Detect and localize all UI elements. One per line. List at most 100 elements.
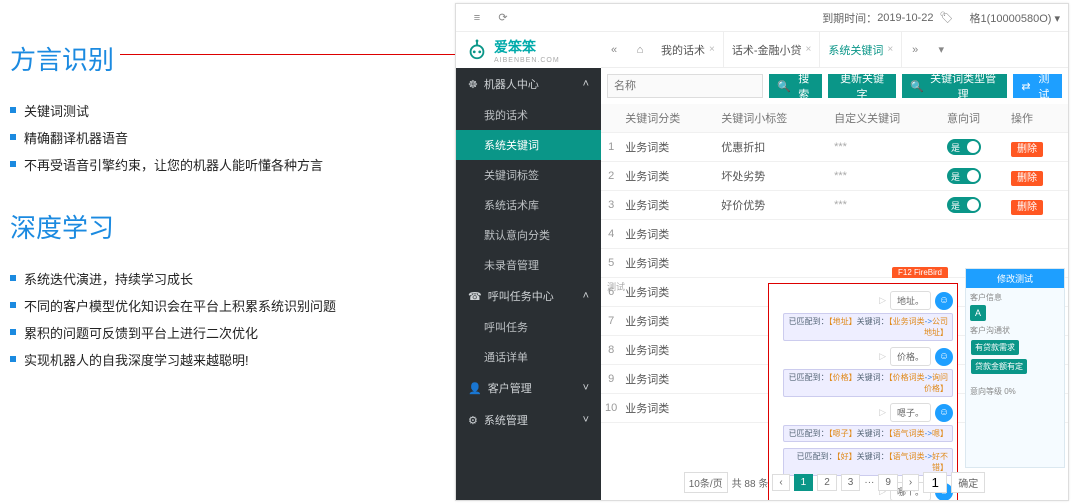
- bullet: 实现机器人的自我深度学习越来越聪明!: [10, 346, 440, 373]
- sidebar-item-intent[interactable]: 默认意向分类: [456, 220, 601, 250]
- refresh-icon[interactable]: ⟳: [496, 11, 510, 25]
- close-icon[interactable]: ×: [709, 44, 715, 55]
- cell-intent: [943, 220, 1007, 249]
- bullet: 累积的问题可反馈到平台上进行二次优化: [10, 319, 440, 346]
- page-goto-input[interactable]: [923, 472, 947, 493]
- toggle-switch[interactable]: 是: [947, 197, 981, 213]
- expire-label: 到期时间：: [822, 10, 877, 26]
- sidebar-group-call[interactable]: ☎ 呼叫任务中心˄: [456, 280, 601, 312]
- panel-title[interactable]: 修改测试: [966, 269, 1064, 288]
- logo-tabs-row: 爱笨笨 AIBENBEN.COM « ⌂ 我的话术× 话术-金融小贷× 系统关键…: [456, 32, 1068, 68]
- cell-category: 业务词类: [621, 249, 717, 278]
- test-button[interactable]: ⇄ 测试: [1013, 74, 1062, 98]
- cell-intent: 是: [943, 191, 1007, 220]
- user-bubble: 嗯子。: [890, 403, 931, 422]
- tab-systemkeywords[interactable]: 系统关键词×: [820, 32, 902, 67]
- cell-category: 业务词类: [621, 278, 717, 307]
- tab-myscript[interactable]: 我的话术×: [653, 32, 724, 67]
- page-total: 共 88 条: [732, 475, 769, 490]
- close-icon[interactable]: ×: [887, 44, 893, 55]
- cell-intent: 是: [943, 133, 1007, 162]
- home-icon[interactable]: ⌂: [633, 43, 647, 57]
- bullets-deeplearning: 系统迭代演进，持续学习成长 不同的客户模型优化知识会在平台上积累系统识别问题 累…: [10, 265, 440, 373]
- cell-tag: [717, 249, 830, 278]
- cell-tag: 好价优势: [717, 191, 830, 220]
- page-next[interactable]: ›: [902, 474, 919, 491]
- menu-icon[interactable]: ≡: [470, 11, 484, 25]
- close-icon[interactable]: ×: [806, 44, 812, 55]
- main-area: ☸ 机器人中心˄ 我的话术 系统关键词 关键词标签 系统话术库 默认意向分类 未…: [456, 68, 1068, 500]
- cell-ops: 删除: [1007, 133, 1068, 162]
- type-mgmt-button[interactable]: 🔍 关键词类型管理: [902, 74, 1007, 98]
- user-menu[interactable]: 格1(10000580O) ▾: [969, 10, 1060, 26]
- sidebar-item-unrecorded[interactable]: 未录音管理: [456, 250, 601, 280]
- tag-button-loan[interactable]: 有贷款需求: [971, 340, 1019, 355]
- toggle-switch[interactable]: 是: [947, 168, 981, 184]
- cell-idx: 7: [601, 307, 621, 336]
- cell-category: 业务词类: [621, 365, 717, 394]
- cell-tag: 坏处劣势: [717, 162, 830, 191]
- bot-avatar-icon: ☺: [935, 292, 953, 310]
- cell-ops: 删除: [1007, 191, 1068, 220]
- cell-idx: 2: [601, 162, 621, 191]
- sidebar-group-customer[interactable]: 👤 客户管理˅: [456, 372, 601, 404]
- sidebar-item-systemkeywords[interactable]: 系统关键词: [456, 130, 601, 160]
- tab-finance[interactable]: 话术-金融小贷×: [724, 32, 821, 67]
- sidebar-item-myscript[interactable]: 我的话术: [456, 100, 601, 130]
- page-9[interactable]: 9: [878, 474, 898, 491]
- heading-dialect: 方言识别: [10, 40, 440, 77]
- delete-button[interactable]: 删除: [1011, 200, 1043, 215]
- delete-button[interactable]: 删除: [1011, 142, 1043, 157]
- content-pane: 🔍 搜索 更新关键字 🔍 关键词类型管理 ⇄ 测试 关键词分类 关键词小标签 自…: [601, 68, 1068, 500]
- cell-category: 业务词类: [621, 133, 717, 162]
- cell-idx: 5: [601, 249, 621, 278]
- tag-icon[interactable]: 🏷: [939, 11, 953, 25]
- cell-tag: 优惠折扣: [717, 133, 830, 162]
- th-category: 关键词分类: [621, 104, 717, 133]
- page-ellipsis: ···: [864, 477, 874, 488]
- update-keywords-button[interactable]: 更新关键字: [828, 74, 896, 98]
- play-icon[interactable]: ▷: [879, 351, 886, 362]
- bullet: 不同的客户模型优化知识会在平台上积累系统识别问题: [10, 292, 440, 319]
- sidebar-group-system[interactable]: ⚙ 系统管理˅: [456, 404, 601, 436]
- bullets-dialect: 关键词测试 精确翻译机器语音 不再受语音引擎约束，让您的机器人能听懂各种方言: [10, 97, 440, 178]
- bullet: 关键词测试: [10, 97, 440, 124]
- search-input[interactable]: [607, 74, 763, 98]
- delete-button[interactable]: 删除: [1011, 171, 1043, 186]
- page-size-select[interactable]: 10条/页: [684, 472, 728, 493]
- chevron-up-icon: ˄: [583, 290, 589, 302]
- chat-row: ▷地址。☺: [773, 291, 953, 310]
- page-3[interactable]: 3: [841, 474, 861, 491]
- tag-button-amount[interactable]: 贷款金额有定: [971, 359, 1027, 374]
- cell-idx: 3: [601, 191, 621, 220]
- page-goto-button[interactable]: 确定: [951, 472, 985, 493]
- play-icon[interactable]: ▷: [879, 407, 886, 418]
- cell-idx: 4: [601, 220, 621, 249]
- breadcrumb-tabs: « ⌂ 我的话术× 话术-金融小贷× 系统关键词× » ▾: [601, 32, 1068, 68]
- avatar: A: [970, 305, 986, 321]
- sidebar-item-calltask[interactable]: 呼叫任务: [456, 312, 601, 342]
- cell-idx: 8: [601, 336, 621, 365]
- match-result: 已匹配到：【嗯子】关键词：【语气词类->嗯】: [783, 425, 953, 442]
- toggle-switch[interactable]: 是: [947, 139, 981, 155]
- cell-idx: 10: [601, 394, 621, 423]
- tabs-prev-icon[interactable]: «: [607, 43, 621, 57]
- tabs-next-icon[interactable]: »: [908, 43, 922, 57]
- chevron-down-icon: ˅: [583, 382, 589, 394]
- sidebar-item-calllog[interactable]: 通话详单: [456, 342, 601, 372]
- play-icon[interactable]: ▷: [879, 295, 886, 306]
- page-prev[interactable]: ‹: [772, 474, 789, 491]
- th-custom: 自定义关键词: [830, 104, 943, 133]
- page-2[interactable]: 2: [817, 474, 837, 491]
- cell-custom: ***: [830, 133, 943, 162]
- th-tag: 关键词小标签: [717, 104, 830, 133]
- sidebar-item-keywordtag[interactable]: 关键词标签: [456, 160, 601, 190]
- chevron-down-icon[interactable]: ▾: [934, 43, 948, 57]
- user-bubble: 价格。: [890, 347, 931, 366]
- sidebar-group-robot[interactable]: ☸ 机器人中心˄: [456, 68, 601, 100]
- page-1[interactable]: 1: [794, 474, 814, 491]
- sidebar-item-scriptlib[interactable]: 系统话术库: [456, 190, 601, 220]
- search-button[interactable]: 🔍 搜索: [769, 74, 822, 98]
- cell-intent: 是: [943, 162, 1007, 191]
- chevron-up-icon: ˄: [583, 78, 589, 90]
